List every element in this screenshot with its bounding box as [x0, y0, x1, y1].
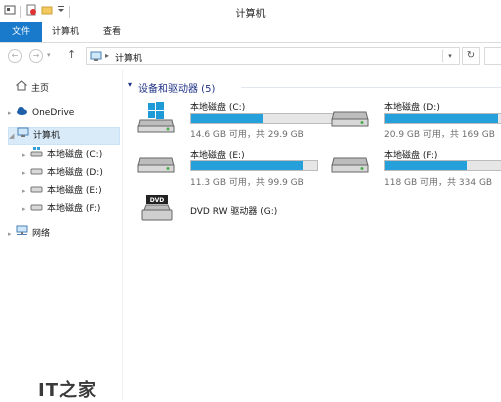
sidebar-item-label: 本地磁盘 (D:): [47, 168, 103, 178]
capacity-bar: [384, 160, 501, 171]
drive-name: 本地磁盘 (C:): [190, 103, 246, 113]
sidebar-item-label: 本地磁盘 (E:): [47, 186, 102, 196]
sidebar-item-drive-f[interactable]: ▸ 本地磁盘 (F:): [22, 200, 118, 218]
navigation-bar: ← → ▾ ↑ ▸ 计算机 ▾ ↻: [0, 43, 501, 69]
drive-icon: [330, 108, 370, 135]
sidebar-item-computer[interactable]: ◢ 计算机: [8, 127, 120, 145]
sidebar-item-label: 计算机: [33, 131, 61, 141]
svg-text:DVD: DVD: [150, 197, 165, 204]
home-icon: [15, 80, 28, 98]
back-button[interactable]: ←: [8, 49, 22, 63]
capacity-bar-fill: [191, 161, 304, 170]
group-collapse-icon[interactable]: ▾: [128, 80, 132, 89]
search-input[interactable]: [484, 47, 501, 65]
drive-name: DVD RW 驱动器 (G:): [190, 207, 278, 217]
sidebar-item-drive-e[interactable]: ▸ 本地磁盘 (E:): [22, 182, 118, 200]
address-dropdown-icon[interactable]: ▾: [442, 50, 457, 62]
sidebar-item-label: OneDrive: [32, 108, 75, 118]
expand-icon: ▸: [22, 187, 26, 195]
capacity-bar: [190, 160, 318, 171]
watermark: IT之家: [38, 380, 97, 401]
address-bar[interactable]: ▸ 计算机 ▾: [86, 47, 460, 65]
drive-icon: [30, 200, 43, 218]
sidebar-item-drive-d[interactable]: ▸ 本地磁盘 (D:): [22, 164, 118, 182]
ribbon: 文件 计算机 查看: [0, 22, 501, 43]
breadcrumb-chevron-icon[interactable]: ▸: [105, 51, 109, 60]
drive-icon: [330, 154, 370, 181]
title-bar: 计算机: [0, 0, 501, 22]
expand-icon: ▸: [22, 169, 26, 177]
capacity-bar-fill: [191, 114, 264, 123]
drive-free-space: 20.9 GB 可用，共 169 GB: [384, 130, 495, 140]
cloud-icon: [16, 104, 28, 122]
content-pane: ▾ 设备和驱动器 (5) 本地磁盘 (C:) 14.6 GB 可用，共 29.9…: [122, 70, 501, 400]
expand-icon: ▸: [8, 109, 12, 117]
refresh-button[interactable]: ↻: [462, 47, 480, 65]
address-path: 计算机: [115, 54, 143, 64]
capacity-bar-fill: [385, 161, 467, 170]
drive-tile-d[interactable]: 本地磁盘 (D:) 20.9 GB 可用，共 169 GB: [330, 100, 501, 142]
capacity-bar-fill: [385, 114, 498, 123]
sidebar-item-home[interactable]: 主页: [8, 80, 108, 98]
capacity-bar: [190, 113, 334, 124]
expand-icon: ▸: [22, 151, 26, 159]
tab-view[interactable]: 查看: [93, 22, 131, 42]
drive-free-space: 118 GB 可用，共 334 GB: [384, 178, 493, 188]
dvd-drive-icon: DVD: [140, 192, 174, 227]
expand-icon: ▸: [22, 205, 26, 213]
drive-name: 本地磁盘 (D:): [384, 103, 440, 113]
sidebar-item-network[interactable]: ▸ 网络: [8, 225, 108, 243]
drive-tile-e[interactable]: 本地磁盘 (E:) 11.3 GB 可用，共 99.9 GB: [136, 148, 326, 190]
sidebar-item-label: 本地磁盘 (C:): [47, 150, 103, 160]
sidebar-item-onedrive[interactable]: ▸ OneDrive: [8, 104, 108, 122]
drive-icon: [30, 164, 43, 182]
drive-tile-f[interactable]: 本地磁盘 (F:) 118 GB 可用，共 334 GB: [330, 148, 501, 190]
window-title: 计算机: [235, 9, 266, 20]
computer-icon: [90, 51, 102, 65]
windows-drive-icon: [136, 100, 176, 137]
drive-tile-c[interactable]: 本地磁盘 (C:) 14.6 GB 可用，共 29.9 GB: [136, 100, 334, 142]
drive-free-space: 14.6 GB 可用，共 29.9 GB: [190, 130, 304, 140]
drive-tile-g[interactable]: DVD DVD RW 驱动器 (G:): [136, 192, 326, 234]
drive-icon: [136, 154, 176, 181]
sidebar-item-drive-c[interactable]: ▸ 本地磁盘 (C:): [22, 146, 118, 164]
drive-icon: [30, 182, 43, 200]
sidebar-item-label: 本地磁盘 (F:): [47, 204, 101, 214]
expand-icon: ▸: [8, 230, 12, 238]
network-icon: [16, 225, 28, 243]
sidebar-item-label: 网络: [32, 229, 51, 239]
capacity-bar: [384, 113, 501, 124]
navigation-pane: 主页 ▸ OneDrive ◢ 计算机 ▸ 本地磁盘 (C:) ▸ 本地磁盘 (…: [0, 70, 123, 400]
tab-file[interactable]: 文件: [0, 22, 42, 42]
tab-computer[interactable]: 计算机: [42, 22, 89, 42]
recent-locations-icon[interactable]: ▾: [47, 51, 51, 59]
sidebar-item-label: 主页: [31, 84, 50, 94]
group-header[interactable]: 设备和驱动器 (5): [138, 80, 215, 95]
windows-drive-icon: [30, 146, 43, 164]
drive-free-space: 11.3 GB 可用，共 99.9 GB: [190, 178, 304, 188]
forward-button[interactable]: →: [29, 49, 43, 63]
group-divider: [241, 87, 501, 88]
computer-icon: [17, 127, 29, 145]
up-button[interactable]: ↑: [67, 48, 76, 61]
collapse-icon: ◢: [9, 132, 15, 140]
